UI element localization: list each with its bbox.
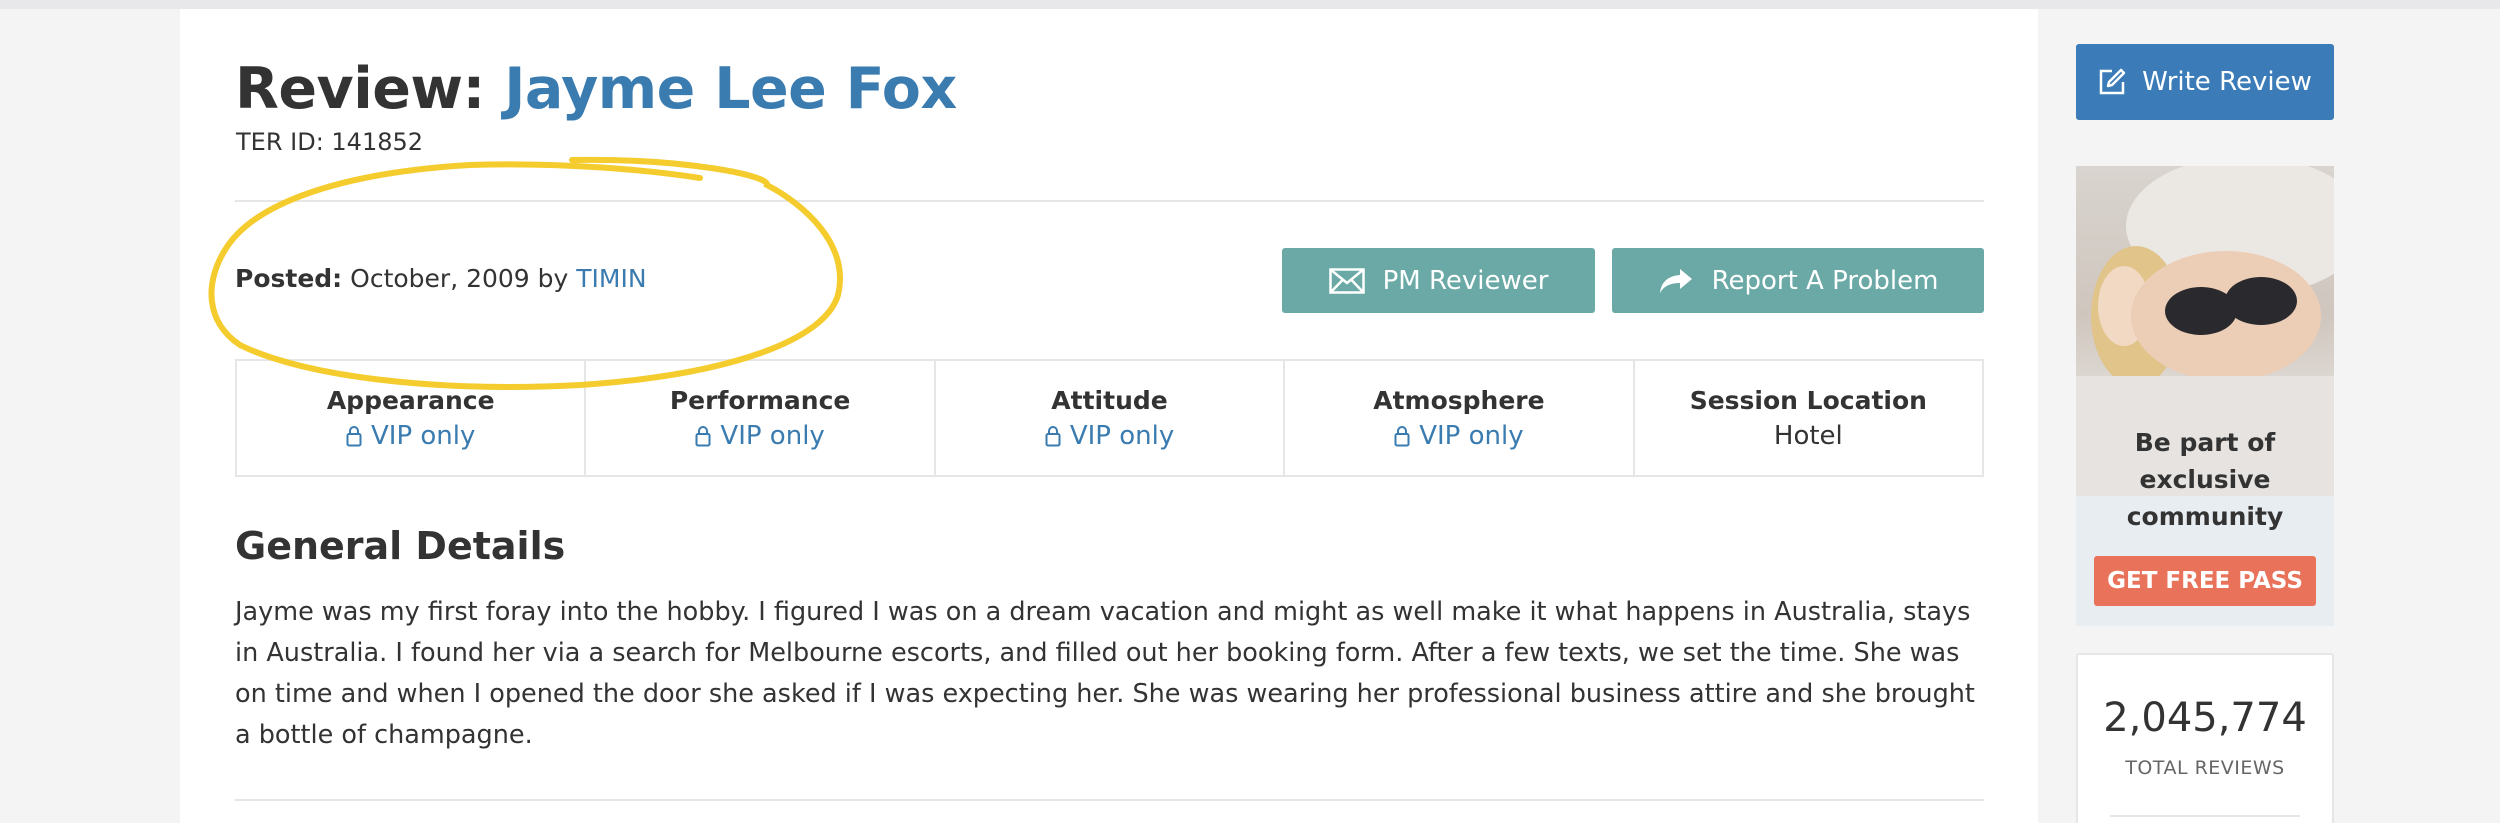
rating-value[interactable]: VIP only [1394,420,1524,451]
general-details-heading: General Details [235,524,566,568]
session-location-value: Hotel [1773,420,1843,451]
write-review-label: Write Review [2142,67,2312,97]
report-problem-button[interactable]: Report A Problem [1612,248,1984,313]
rating-attitude: Attitude VIP only [936,361,1286,475]
pm-reviewer-label: PM Reviewer [1382,265,1549,296]
divider [235,200,1984,202]
rating-label: Performance [669,385,851,415]
vip-only-link: VIP only [720,420,825,451]
divider [2110,815,2300,817]
provider-name-link[interactable]: Jayme Lee Fox [504,56,957,122]
pm-reviewer-button[interactable]: PM Reviewer [1282,248,1595,313]
vip-only-link: VIP only [1419,420,1524,451]
general-details-text: Jayme was my first foray into the hobby.… [235,597,1975,750]
author-link[interactable]: TIMIN [576,264,646,293]
rating-value[interactable]: VIP only [1045,421,1174,451]
rating-value[interactable]: VIP only [346,421,475,451]
vip-only-link: VIP only [1069,420,1175,451]
report-problem-label: Report A Problem [1711,265,1939,296]
promo-banner[interactable]: Be part of exclusive community GET FREE … [2076,166,2334,626]
rating-label: Session Location [1689,385,1927,415]
title-prefix: Review: [235,56,485,122]
ratings-table: Appearance VIP only Performance VIP only… [235,359,1984,477]
rating-performance: Performance VIP only [586,361,936,475]
rating-label: Appearance [326,385,495,415]
rating-value[interactable]: VIP only [695,420,825,451]
divider [235,799,1984,801]
lock-icon [346,425,362,446]
envelope-icon [1328,267,1365,294]
vip-only-link: VIP only [371,420,476,451]
stats-box: 2,045,774 TOTAL REVIEWS [2076,653,2334,823]
rating-atmosphere: Atmosphere VIP only [1285,361,1635,475]
page-title: Review: Jayme Lee Fox [235,56,957,122]
get-free-pass-button[interactable]: GET FREE PASS [2094,556,2316,606]
promo-text: Be part of exclusive community [2126,428,2284,531]
posted-date: October, 2009 by [350,264,569,293]
ter-id: TER ID: 141852 [236,128,424,156]
rating-label: Atmosphere [1373,385,1545,415]
rating-session-location: Session Location Hotel [1635,361,1982,475]
write-review-button[interactable]: Write Review [2076,44,2334,120]
rating-appearance: Appearance VIP only [237,361,587,475]
rating-label: Attitude [1051,385,1168,415]
lock-icon [1045,425,1061,446]
total-reviews-count: 2,045,774 [2103,695,2307,741]
posted-info: Posted: October, 2009 by TIMIN [235,264,647,293]
posted-label: Posted: [235,264,343,293]
top-bar [0,0,2500,9]
lock-icon [1394,425,1410,446]
edit-icon [2099,68,2126,95]
share-arrow-icon [1659,268,1692,293]
lock-icon [695,425,711,446]
total-reviews-label: TOTAL REVIEWS [2125,757,2285,779]
